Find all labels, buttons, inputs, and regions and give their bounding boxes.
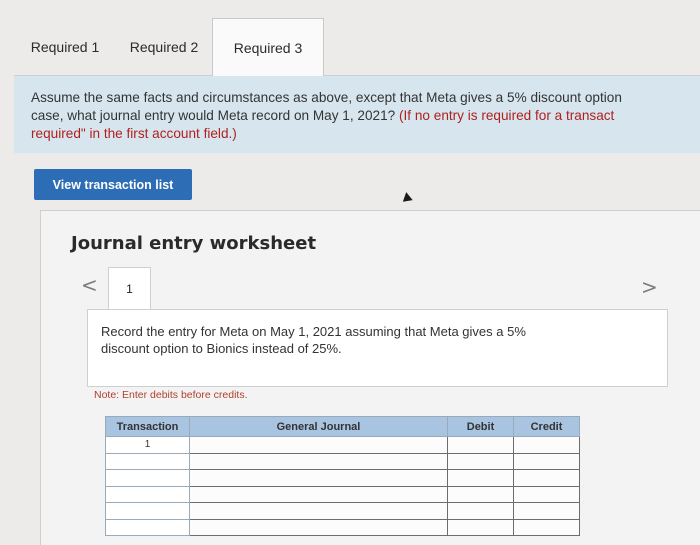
entry-page-tab[interactable]: 1 <box>108 267 151 309</box>
journal-entry-worksheet: Journal entry worksheet < 1 > Record the… <box>40 210 700 545</box>
header-general-journal: General Journal <box>189 416 448 437</box>
table-row: 1 <box>105 436 580 454</box>
view-transaction-list-button[interactable]: View transaction list <box>34 169 192 200</box>
tab-required-2[interactable]: Required 2 <box>116 18 212 76</box>
table-row <box>105 502 580 520</box>
tab-required-3[interactable]: Required 3 <box>212 18 324 77</box>
credit-input[interactable] <box>513 518 580 536</box>
table-row <box>105 518 580 536</box>
debit-input[interactable] <box>447 469 514 487</box>
question-line-1: Assume the same facts and circumstances … <box>31 90 622 105</box>
journal-table: Transaction General Journal Debit Credit… <box>105 416 580 536</box>
tab-required-1[interactable]: Required 1 <box>14 18 116 76</box>
debit-input[interactable] <box>447 518 514 536</box>
credit-input[interactable] <box>513 436 580 454</box>
question-line-2: case, what journal entry would Meta reco… <box>31 107 700 125</box>
chevron-right-icon[interactable]: > <box>641 275 658 299</box>
instruction-line-2: discount option to Bionics instead of 25… <box>101 341 342 356</box>
account-input[interactable] <box>189 485 448 503</box>
table-row <box>105 469 580 487</box>
debit-input[interactable] <box>447 452 514 470</box>
debit-input[interactable] <box>447 485 514 503</box>
question-line-2-note: (If no entry is required for a transact <box>399 108 615 123</box>
tab-bar: Required 1 Required 2 Required 3 <box>14 18 700 77</box>
transaction-cell <box>105 469 190 487</box>
chevron-left-icon[interactable]: < <box>81 273 98 297</box>
credit-input[interactable] <box>513 452 580 470</box>
credit-input[interactable] <box>513 469 580 487</box>
account-input[interactable] <box>189 502 448 520</box>
entry-instruction-box: Record the entry for Meta on May 1, 2021… <box>87 309 668 387</box>
header-debit: Debit <box>447 416 514 437</box>
transaction-cell <box>105 518 190 536</box>
table-row <box>105 452 580 470</box>
header-credit: Credit <box>513 416 580 437</box>
page: Required 1 Required 2 Required 3 Assume … <box>0 0 700 545</box>
transaction-cell <box>105 452 190 470</box>
mouse-pointer-icon <box>401 191 413 202</box>
account-input[interactable] <box>189 436 448 454</box>
note-text: Note: Enter debits before credits. <box>94 389 248 401</box>
table-header-row: Transaction General Journal Debit Credit <box>105 416 580 437</box>
worksheet-title: Journal entry worksheet <box>71 233 317 254</box>
question-banner: Assume the same facts and circumstances … <box>14 76 700 153</box>
header-transaction: Transaction <box>105 416 190 437</box>
transaction-cell <box>105 502 190 520</box>
account-input[interactable] <box>189 518 448 536</box>
account-input[interactable] <box>189 469 448 487</box>
transaction-cell: 1 <box>105 436 190 454</box>
instruction-line-1: Record the entry for Meta on May 1, 2021… <box>101 324 526 339</box>
credit-input[interactable] <box>513 502 580 520</box>
transaction-cell <box>105 485 190 503</box>
question-line-2-text: case, what journal entry would Meta reco… <box>31 108 399 123</box>
debit-input[interactable] <box>447 436 514 454</box>
account-input[interactable] <box>189 452 448 470</box>
credit-input[interactable] <box>513 485 580 503</box>
debit-input[interactable] <box>447 502 514 520</box>
table-row <box>105 485 580 503</box>
question-line-3: required" in the first account field.) <box>31 126 237 141</box>
